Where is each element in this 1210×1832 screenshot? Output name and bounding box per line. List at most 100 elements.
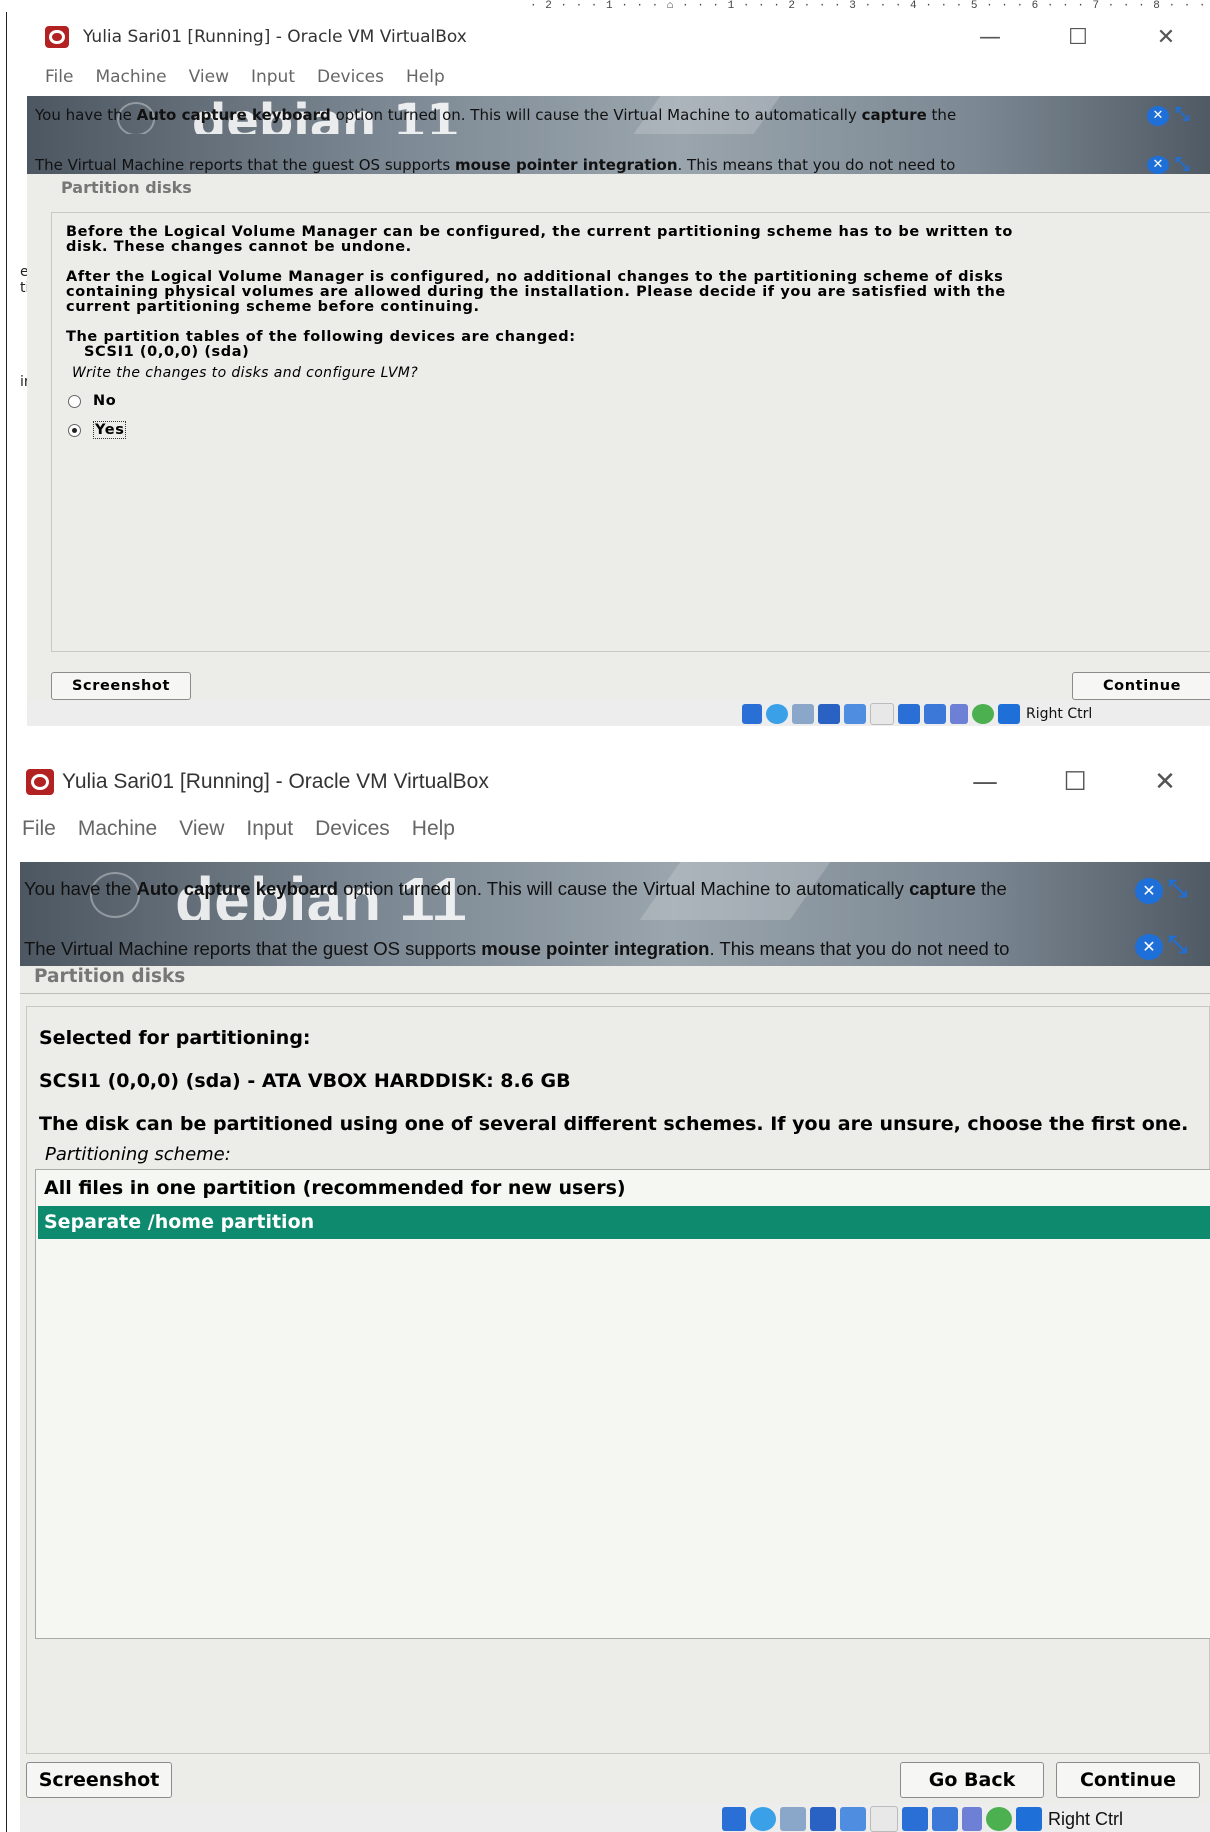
- close-notice-icon[interactable]: ✕: [1147, 106, 1169, 126]
- radio-option-yes[interactable]: Yes: [68, 421, 127, 439]
- notice-text: You have the: [24, 878, 137, 899]
- title-bar[interactable]: Yulia Sari01 [Running] - Oracle VM Virtu…: [20, 756, 1210, 808]
- notice-text: the: [975, 878, 1007, 899]
- mouse-integration-notice: The Virtual Machine reports that the gue…: [20, 920, 1210, 966]
- menu-machine[interactable]: Machine: [95, 60, 166, 94]
- radio-button[interactable]: [68, 394, 81, 408]
- radio-option-no[interactable]: No: [68, 393, 116, 409]
- hard-disk-icon[interactable]: [742, 704, 762, 724]
- menu-bar: File Machine View Input Devices Help: [20, 808, 1210, 850]
- usb-icon[interactable]: [844, 704, 866, 724]
- shared-folder-icon[interactable]: [870, 703, 894, 725]
- debian-installer: Partition disks Selected for partitionin…: [20, 966, 1210, 1804]
- notice-emphasis: mouse pointer integration: [481, 938, 710, 959]
- close-icon[interactable]: ✕: [1122, 25, 1210, 50]
- display-icon[interactable]: [898, 704, 920, 724]
- dialog-paragraph: The partition tables of the following de…: [66, 330, 576, 360]
- debian-installer: Partition disks Before the Logical Volum…: [27, 174, 1210, 712]
- keyboard-capture-notice: debian 11 You have the Auto capture keyb…: [20, 862, 1210, 920]
- virtualization-icon[interactable]: [950, 704, 968, 724]
- mouse-integration-icon[interactable]: [986, 1807, 1012, 1831]
- keyboard-capture-icon[interactable]: [1016, 1807, 1042, 1831]
- status-tray: Right Ctrl: [722, 1806, 1123, 1832]
- notice-info-icon[interactable]: ⤡: [1175, 154, 1189, 174]
- maximize-icon[interactable]: ☐: [1034, 25, 1122, 50]
- video-capture-icon[interactable]: [932, 1807, 958, 1831]
- notice-emphasis: capture: [909, 878, 976, 899]
- mouse-integration-notice: The Virtual Machine reports that the gue…: [27, 134, 1210, 174]
- video-capture-icon[interactable]: [924, 704, 946, 724]
- display-icon[interactable]: [902, 1807, 928, 1831]
- continue-button[interactable]: Continue: [1056, 1762, 1200, 1798]
- host-key-label: Right Ctrl: [1048, 1808, 1124, 1829]
- continue-button[interactable]: Continue: [1072, 672, 1210, 700]
- network-icon[interactable]: [810, 1807, 836, 1831]
- dialog-line: disk. These changes cannot be undone.: [66, 239, 412, 255]
- virtualbox-app-icon: [26, 769, 54, 795]
- screenshot-button[interactable]: Screenshot: [51, 672, 191, 700]
- close-notice-icon[interactable]: ✕: [1135, 934, 1163, 960]
- status-bar: Right Ctrl: [27, 700, 1210, 726]
- keyboard-capture-icon[interactable]: [998, 704, 1020, 724]
- radio-button[interactable]: [68, 423, 81, 437]
- optical-disc-icon[interactable]: [750, 1807, 776, 1831]
- document-edge: [6, 12, 7, 1832]
- partition-scheme-list[interactable]: All files in one partition (recommended …: [35, 1169, 1210, 1639]
- title-divider: [20, 993, 1210, 994]
- notice-info-icon[interactable]: ⤡: [1168, 874, 1187, 902]
- mouse-integration-icon[interactable]: [972, 704, 994, 724]
- title-bar[interactable]: Yulia Sari01 [Running] - Oracle VM Virtu…: [27, 14, 1210, 60]
- menu-devices[interactable]: Devices: [315, 808, 390, 850]
- menu-file[interactable]: File: [45, 60, 73, 94]
- menu-devices[interactable]: Devices: [317, 60, 384, 94]
- optical-disc-icon[interactable]: [766, 704, 788, 724]
- menu-view[interactable]: View: [189, 60, 229, 94]
- menu-help[interactable]: Help: [412, 808, 455, 850]
- instructions-text: The disk can be partitioned using one of…: [39, 1113, 1189, 1135]
- screenshot-button[interactable]: Screenshot: [26, 1762, 172, 1798]
- scheme-label: Partitioning scheme:: [45, 1144, 231, 1165]
- usb-icon[interactable]: [840, 1807, 866, 1831]
- menu-machine[interactable]: Machine: [78, 808, 157, 850]
- list-item-all-files[interactable]: All files in one partition (recommended …: [38, 1172, 1210, 1205]
- window-title: Yulia Sari01 [Running] - Oracle VM Virtu…: [83, 27, 467, 47]
- notice-text: the: [926, 106, 957, 124]
- network-icon[interactable]: [818, 704, 840, 724]
- menu-file[interactable]: File: [22, 808, 56, 850]
- menu-view[interactable]: View: [179, 808, 224, 850]
- dialog-paragraph: After the Logical Volume Manager is conf…: [66, 270, 1006, 315]
- close-notice-icon[interactable]: ✕: [1135, 878, 1163, 904]
- dialog-panel: Before the Logical Volume Manager can be…: [51, 212, 1210, 652]
- virtualbox-window-lvm-confirm: Yulia Sari01 [Running] - Oracle VM Virtu…: [27, 14, 1210, 726]
- dialog-line: The partition tables of the following de…: [66, 329, 576, 345]
- virtualbox-window-partition-scheme: Yulia Sari01 [Running] - Oracle VM Virtu…: [20, 756, 1210, 1832]
- disk-name: SCSI1 (0,0,0) (sda) - ATA VBOX HARDDISK:…: [39, 1070, 571, 1092]
- keyboard-capture-message: You have the Auto capture keyboard optio…: [24, 878, 1007, 900]
- hard-disk-icon[interactable]: [722, 1807, 746, 1831]
- minimize-icon[interactable]: —: [946, 25, 1034, 50]
- virtualization-icon[interactable]: [962, 1807, 982, 1831]
- mouse-integration-message: The Virtual Machine reports that the gue…: [35, 156, 955, 174]
- notice-text: The Virtual Machine reports that the gue…: [35, 156, 456, 174]
- menu-input[interactable]: Input: [251, 60, 295, 94]
- shared-folder-icon[interactable]: [870, 1806, 898, 1832]
- notice-info-icon[interactable]: ⤡: [1168, 930, 1187, 958]
- audio-icon[interactable]: [792, 704, 814, 724]
- menu-help[interactable]: Help: [406, 60, 445, 94]
- minimize-icon[interactable]: —: [940, 767, 1030, 797]
- virtualbox-app-icon: [45, 26, 69, 48]
- host-key-label: Right Ctrl: [1026, 706, 1093, 722]
- menu-input[interactable]: Input: [246, 808, 293, 850]
- go-back-button[interactable]: Go Back: [900, 1762, 1044, 1798]
- notice-text: option turned on. This will cause the Vi…: [337, 878, 910, 899]
- maximize-icon[interactable]: ☐: [1030, 767, 1120, 797]
- notice-emphasis: Auto capture keyboard: [136, 106, 331, 124]
- close-notice-icon[interactable]: ✕: [1147, 156, 1169, 174]
- close-icon[interactable]: ✕: [1120, 767, 1210, 797]
- list-item-separate-home[interactable]: Separate /home partition: [38, 1206, 1210, 1239]
- notice-text: The Virtual Machine reports that the gue…: [24, 938, 482, 959]
- radio-label: Yes: [93, 421, 127, 439]
- audio-icon[interactable]: [780, 1807, 806, 1831]
- notice-text: . This means that you do not need to: [709, 938, 1010, 959]
- notice-info-icon[interactable]: ⤡: [1175, 104, 1189, 125]
